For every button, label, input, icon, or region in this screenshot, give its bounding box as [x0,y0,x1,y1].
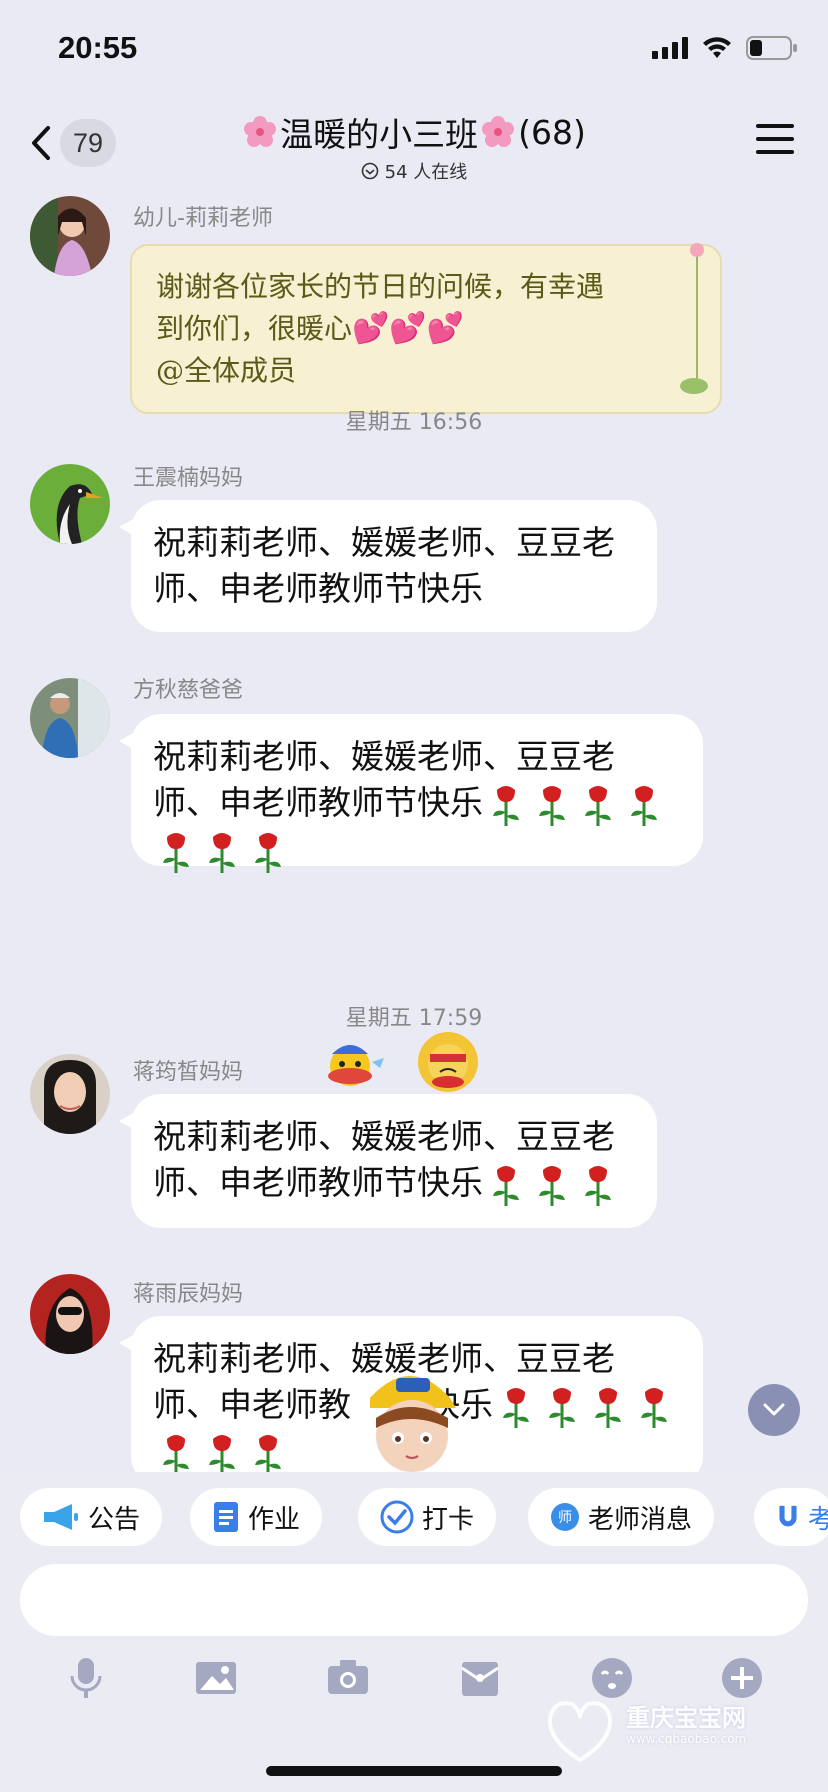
member-count: (68) [518,112,586,152]
file-icon[interactable] [456,1654,504,1702]
rose-icon [595,1387,621,1428]
message-bubble[interactable]: 祝莉莉老师、媛媛老师、豆豆老 师、申老师教师节快乐 [119,714,703,873]
page-title[interactable]: 温暖的小三班 (68) [242,108,586,156]
image-icon[interactable] [192,1654,240,1702]
cartoon-sticker-icon [370,1376,456,1472]
rose-icon [209,1435,235,1472]
online-status: 54 人在线 [0,158,828,184]
message-item: 蒋雨辰妈妈 祝莉莉老师、媛媛老师、豆豆老 师、申老师教 快乐 [0,1274,828,1472]
flower-icon [244,116,277,147]
chat-header: 79 温暖的小三班 (68) 54 人在线 [0,100,828,184]
check-in-button[interactable]: 打卡 [358,1488,497,1546]
rose-icon [585,1165,611,1206]
rose-icon [539,785,565,826]
rose-icon [163,1435,189,1472]
quick-action-bar: 公告 作业 打卡 师 老师消息 考 [0,1472,828,1564]
smile-icon [361,162,378,180]
home-indicator[interactable] [266,1766,562,1776]
rose-icon [641,1387,667,1428]
heart-icon: 💕💕💕 [352,311,465,346]
avatar[interactable] [30,1274,110,1354]
checkin-icon [380,1500,414,1534]
watermark: 重庆宝宝网 www.cqbaobao.com [540,1690,810,1770]
rose-icon [163,833,189,873]
scroll-to-bottom-button[interactable] [748,1384,800,1436]
rose-icon [503,1387,529,1428]
megaphone-icon [44,1504,78,1530]
avatar[interactable] [30,678,110,758]
signal-icon [652,37,688,59]
rose-icon [255,1435,281,1472]
sticker-icon [328,1045,384,1086]
magnet-icon [779,1505,797,1527]
message-item: 幼儿-莉莉老师 谢谢各位家长的节日的问候，有幸遇 到你们，很暖心💕💕💕 @全体成… [0,196,828,414]
sticker-icon [418,1032,478,1092]
wifi-icon [703,37,731,58]
sender-name: 王震楠妈妈 [133,466,244,491]
sender-name: 蒋筠皙妈妈 [133,1060,244,1085]
document-icon [214,1502,238,1532]
sender-name: 幼儿-莉莉老师 [133,206,273,231]
chevron-down-icon [763,1403,785,1416]
quick-action-chip[interactable]: 考 [754,1488,828,1546]
rose-icon [493,785,519,826]
rose-icon [539,1165,565,1206]
message-item: 蒋筠皙妈妈 祝莉莉老师、媛媛老师、豆豆老 师、申老师教师节快乐 [0,1032,828,1236]
message-item: 王震楠妈妈 祝莉莉老师、媛媛老师、豆豆老 师、申老师教师节快乐 [0,454,828,634]
teacher-icon: 师 [551,1503,579,1531]
avatar[interactable] [30,1054,110,1134]
homework-button[interactable]: 作业 [190,1488,323,1546]
svg-text:师: 师 [558,1510,572,1526]
message-input[interactable] [20,1564,808,1636]
rose-emoji-group [483,783,667,826]
group-name: 温暖的小三班 [280,115,479,154]
message-bubble[interactable]: 谢谢各位家长的节日的问候，有幸遇 到你们，很暖心💕💕💕 @全体成员 [130,243,722,414]
timestamp: 星期五 16:56 [345,410,483,435]
sender-name: 方秋慈爸爸 [133,678,244,703]
lotus-decoration-icon [680,243,708,394]
rose-icon [549,1387,575,1428]
avatar[interactable] [30,464,110,544]
rose-icon [255,833,281,873]
message-bubble[interactable]: 祝莉莉老师、媛媛老师、豆豆老 师、申老师教师节快乐 [119,500,657,632]
battery-icon [746,36,797,60]
rose-icon [209,833,235,873]
status-time: 20:55 [58,30,138,65]
rose-icon [631,785,657,826]
avatar[interactable] [30,196,110,276]
microphone-icon[interactable] [62,1654,110,1702]
baby-logo-icon [547,1701,613,1763]
teacher-messages-button[interactable]: 师 老师消息 [528,1488,715,1546]
flower-icon [482,116,515,147]
sender-name: 蒋雨辰妈妈 [133,1282,244,1307]
status-bar: 20:55 [0,0,828,100]
announcement-button[interactable]: 公告 [20,1488,163,1546]
camera-icon[interactable] [324,1654,372,1702]
rose-icon [585,785,611,826]
message-list[interactable]: 幼儿-莉莉老师 谢谢各位家长的节日的问候，有幸遇 到你们，很暖心💕💕💕 @全体成… [0,184,828,1472]
message-bubble[interactable]: 祝莉莉老师、媛媛老师、豆豆老 师、申老师教师节快乐 [119,1094,657,1228]
rose-icon [493,1165,519,1206]
message-item: 方秋慈爸爸 祝莉莉老师、媛媛老师、豆豆老 师、申老师教师节快乐 [0,668,828,898]
menu-button[interactable] [756,124,794,158]
